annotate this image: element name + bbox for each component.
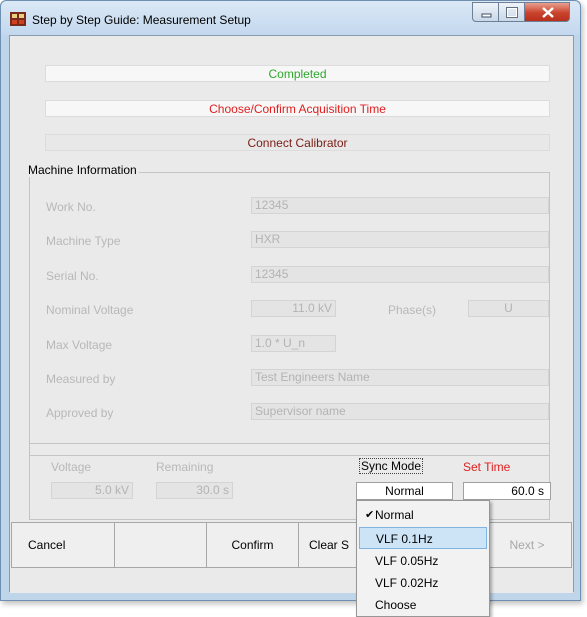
sync-option-label: Choose bbox=[375, 598, 417, 612]
sync-option-label: Normal bbox=[375, 508, 414, 522]
window-title: Step by Step Guide: Measurement Setup bbox=[32, 13, 251, 27]
max-voltage-label: Max Voltage bbox=[46, 338, 113, 352]
maximize-icon bbox=[506, 7, 518, 18]
remaining-label: Remaining bbox=[156, 460, 214, 474]
set-time-input[interactable]: 60.0 s bbox=[463, 482, 551, 500]
work-no-field[interactable]: 12345 bbox=[251, 197, 549, 214]
sync-option-label: VLF 0.02Hz bbox=[375, 576, 439, 590]
sync-mode-label: Sync Mode bbox=[359, 458, 424, 474]
voltage-label: Voltage bbox=[51, 460, 92, 474]
step-choose-acquisition-time: Choose/Confirm Acquisition Time bbox=[45, 100, 550, 117]
sync-option-label: VLF 0.1Hz bbox=[376, 532, 433, 546]
nominal-voltage-field[interactable]: 11.0 kV bbox=[251, 300, 336, 317]
step-connect-calibrator: Connect Calibrator bbox=[45, 134, 550, 151]
sync-option-vlf-0-1hz[interactable]: VLF 0.1Hz bbox=[359, 527, 487, 549]
blank-button[interactable] bbox=[114, 522, 207, 568]
max-voltage-field[interactable]: 1.0 * U_n bbox=[251, 335, 336, 352]
dialog-window: Step by Step Guide: Measurement Setup Co… bbox=[0, 0, 581, 601]
close-button[interactable] bbox=[524, 2, 570, 22]
machine-type-field[interactable]: HXR bbox=[251, 231, 549, 248]
sync-option-label: VLF 0.05Hz bbox=[375, 554, 439, 568]
phases-field[interactable]: U bbox=[468, 300, 549, 317]
clear-button-label: Clear S bbox=[309, 538, 350, 552]
measured-by-label: Measured by bbox=[46, 372, 116, 386]
confirm-button-label: Confirm bbox=[231, 538, 274, 552]
voltage-field: 5.0 kV bbox=[51, 482, 133, 499]
minimize-icon bbox=[481, 13, 492, 18]
sync-mode-dropdown-menu: ✔ Normal VLF 0.1Hz VLF 0.05Hz VLF 0.02Hz… bbox=[356, 500, 490, 617]
minimize-button[interactable] bbox=[472, 2, 499, 22]
set-time-label: Set Time bbox=[463, 460, 511, 474]
work-no-label: Work No. bbox=[46, 200, 96, 214]
sync-option-vlf-0-02hz[interactable]: VLF 0.02Hz bbox=[359, 572, 487, 594]
sync-option-choose[interactable]: Choose bbox=[359, 594, 487, 616]
close-icon bbox=[542, 7, 554, 18]
cancel-button[interactable]: Cancel bbox=[11, 522, 115, 568]
remaining-field: 30.0 s bbox=[156, 482, 233, 499]
step-completed: Completed bbox=[45, 65, 550, 82]
confirm-button[interactable]: Confirm bbox=[206, 522, 299, 568]
approved-by-label: Approved by bbox=[46, 406, 114, 420]
measured-by-field[interactable]: Test Engineers Name bbox=[251, 369, 549, 386]
serial-no-label: Serial No. bbox=[46, 269, 99, 283]
sync-option-vlf-0-05hz[interactable]: VLF 0.05Hz bbox=[359, 550, 487, 572]
nominal-voltage-label: Nominal Voltage bbox=[46, 303, 134, 317]
serial-no-field[interactable]: 12345 bbox=[251, 266, 549, 283]
sync-option-normal[interactable]: ✔ Normal bbox=[359, 504, 487, 526]
approved-by-field[interactable]: Supervisor name bbox=[251, 403, 549, 420]
maximize-button[interactable] bbox=[498, 2, 525, 22]
phases-label: Phase(s) bbox=[388, 303, 437, 317]
machine-type-label: Machine Type bbox=[46, 234, 121, 248]
next-button-label: Next > bbox=[509, 538, 545, 552]
checkmark-icon: ✔ bbox=[365, 509, 375, 521]
app-icon bbox=[10, 12, 26, 26]
cancel-button-label: Cancel bbox=[28, 538, 66, 552]
sync-mode-select[interactable]: Normal bbox=[356, 482, 453, 500]
title-bar[interactable]: Step by Step Guide: Measurement Setup bbox=[1, 1, 580, 35]
machine-information-legend: Machine Information bbox=[26, 163, 139, 177]
next-button[interactable]: Next > bbox=[482, 522, 572, 568]
